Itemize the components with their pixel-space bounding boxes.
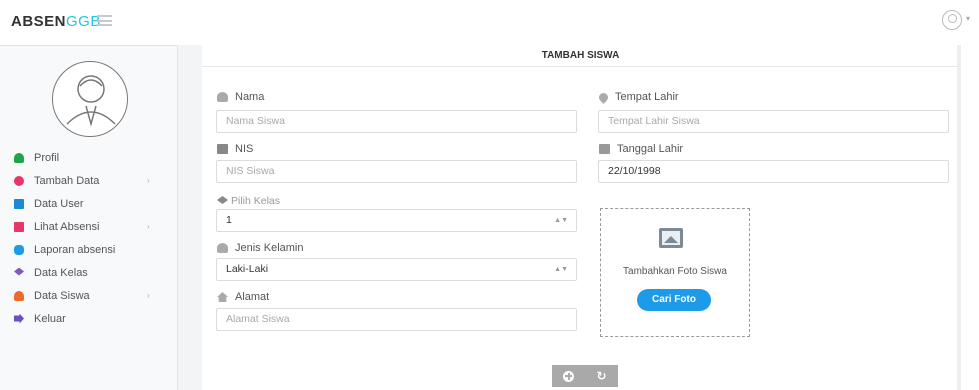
graduation-cap-icon xyxy=(14,267,24,276)
tanggal-lahir-input[interactable]: 22/10/1998 xyxy=(598,160,949,183)
sidebar-item-data-siswa[interactable]: Data Siswa › xyxy=(0,284,178,307)
photo-upload-label: Tambahkan Foto Siswa xyxy=(623,266,727,277)
sidebar-item-profil[interactable]: Profil xyxy=(0,146,178,169)
sign-out-icon xyxy=(14,313,24,324)
sidebar-item-label: Tambah Data xyxy=(34,174,100,187)
user-icon xyxy=(217,92,228,102)
brand-text-accent: GGB xyxy=(66,13,101,30)
submit-button[interactable] xyxy=(552,365,585,387)
profile-avatar xyxy=(52,61,128,137)
sidebar-item-tambah-data[interactable]: Tambah Data › xyxy=(0,169,178,192)
sidebar-item-laporan-absensi[interactable]: Laporan absensi xyxy=(0,238,178,261)
sidebar-item-label: Data Siswa xyxy=(34,289,90,302)
kelas-select-value: 1 xyxy=(226,214,232,226)
sidebar-item-label: Data Kelas xyxy=(34,266,88,279)
app-logo[interactable]: ABSENGGB xyxy=(11,13,101,30)
jenis-kelamin-label: Jenis Kelamin xyxy=(217,242,303,254)
alamat-label-text: Alamat xyxy=(235,291,270,303)
nama-label: Nama xyxy=(217,91,264,103)
sidebar-item-data-user[interactable]: Data User xyxy=(0,192,178,215)
nis-label: NIS xyxy=(217,143,253,155)
calendar-icon xyxy=(599,144,610,154)
tanggal-lahir-label-text: Tanggal Lahir xyxy=(617,143,684,155)
tempat-lahir-label-text: Tempat Lahir xyxy=(615,91,679,103)
map-marker-icon xyxy=(597,90,610,104)
chevron-right-icon: › xyxy=(147,291,150,300)
jenis-kelamin-select[interactable]: Laki-Laki ▲▼ xyxy=(216,258,577,281)
photo-upload-area[interactable]: Tambahkan Foto Siswa Cari Foto xyxy=(600,208,750,337)
nama-label-text: Nama xyxy=(235,91,265,103)
kelas-label-text: Pilih Kelas xyxy=(231,195,281,207)
cari-foto-button[interactable]: Cari Foto xyxy=(637,289,711,311)
select-arrows-icon: ▲▼ xyxy=(554,266,568,273)
menu-toggle-icon[interactable] xyxy=(97,15,112,26)
plus-circle-icon xyxy=(563,370,574,382)
nis-label-text: NIS xyxy=(235,143,254,155)
sidebar-item-label: Profil xyxy=(34,151,60,164)
jenis-kelamin-select-value: Laki-Laki xyxy=(226,263,269,275)
tempat-lahir-input[interactable]: Tempat Lahir Siswa xyxy=(598,110,949,133)
user-icon xyxy=(14,152,24,163)
id-card-icon xyxy=(217,144,228,154)
table-icon xyxy=(14,221,24,232)
user-avatar-icon[interactable] xyxy=(942,10,962,30)
chevron-down-icon[interactable]: ▾ xyxy=(966,14,970,23)
panel-title: TAMBAH SISWA xyxy=(202,45,959,67)
sidebar-item-label: Data User xyxy=(34,197,84,210)
kelas-select[interactable]: 1 ▲▼ xyxy=(216,209,577,232)
kelas-label: Pilih Kelas xyxy=(217,195,280,207)
refresh-icon: ↻ xyxy=(596,369,607,383)
jenis-kelamin-label-text: Jenis Kelamin xyxy=(235,242,304,254)
database-icon xyxy=(14,244,24,255)
tempat-lahir-label: Tempat Lahir xyxy=(597,90,679,104)
chevron-right-icon: › xyxy=(147,222,150,231)
users-icon xyxy=(217,243,228,253)
chevron-right-icon: › xyxy=(147,176,150,185)
sidebar-item-lihat-absensi[interactable]: Lihat Absensi › xyxy=(0,215,178,238)
tanggal-lahir-label: Tanggal Lahir xyxy=(599,143,683,155)
sidebar: Profil Tambah Data › Data User Lihat Abse… xyxy=(0,45,178,390)
alamat-input[interactable]: Alamat Siswa xyxy=(216,308,577,331)
home-icon xyxy=(217,292,228,302)
form-actions: ↻ xyxy=(552,365,618,387)
graduation-cap-icon xyxy=(217,196,228,204)
sidebar-item-label: Laporan absensi xyxy=(34,243,116,256)
select-arrows-icon: ▲▼ xyxy=(554,217,568,224)
id-card-icon xyxy=(14,198,24,209)
nis-input[interactable]: NIS Siswa xyxy=(216,160,577,183)
sidebar-item-label: Lihat Absensi xyxy=(34,220,100,233)
users-icon xyxy=(14,290,24,301)
plus-circle-icon xyxy=(14,175,24,186)
content-gutter xyxy=(178,45,202,390)
image-icon xyxy=(659,228,683,248)
brand-text-primary: ABSEN xyxy=(11,13,67,30)
sidebar-item-data-kelas[interactable]: Data Kelas xyxy=(0,261,178,284)
nama-input[interactable]: Nama Siswa xyxy=(216,110,577,133)
alamat-label: Alamat xyxy=(217,291,269,303)
sidebar-item-label: Keluar xyxy=(34,312,66,325)
reset-button[interactable]: ↻ xyxy=(585,365,618,387)
sidebar-item-keluar[interactable]: Keluar xyxy=(0,307,178,330)
sidebar-menu: Profil Tambah Data › Data User Lihat Abse… xyxy=(0,146,178,330)
top-bar: ABSENGGB ▾ xyxy=(0,0,979,40)
panel-edge xyxy=(957,45,961,390)
